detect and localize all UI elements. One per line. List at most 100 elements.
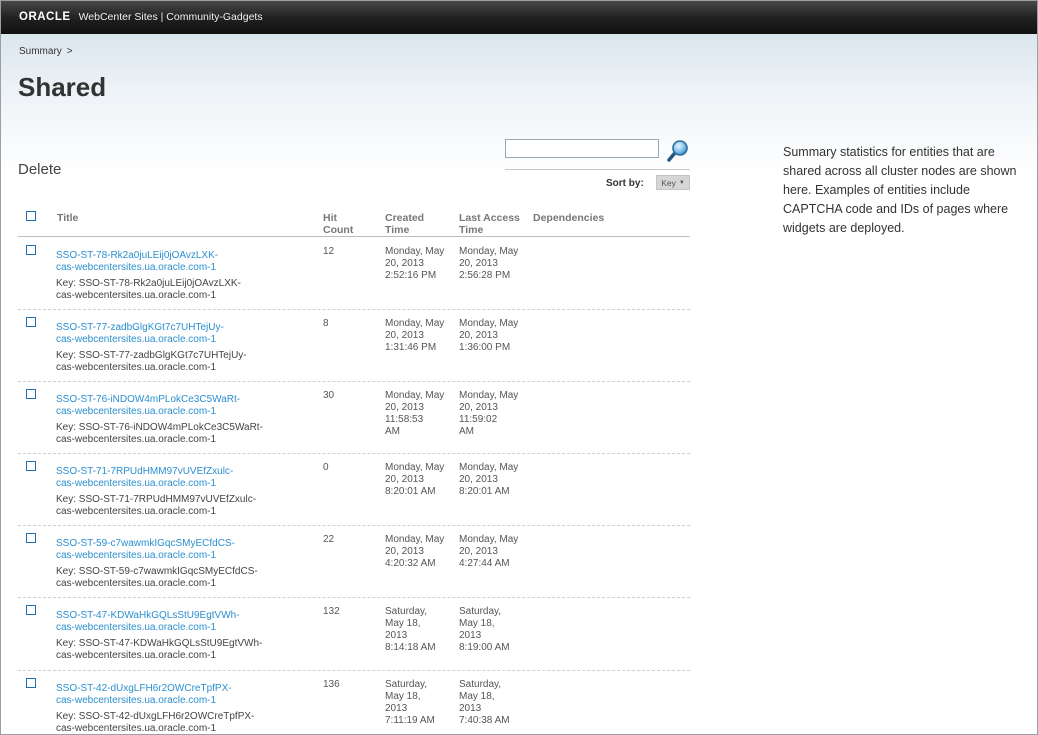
created-time-line: 8:20:01 AM: [385, 486, 436, 497]
last-access-time: Monday, May 20, 2013 8:20:01 AM: [459, 462, 527, 498]
row-title-link[interactable]: SSO-ST-76-iNDOW4mPLokCe3C5WaRt- cas-webc…: [56, 394, 291, 418]
last-access-time: Saturday, May 18, 2013 7:40:38 AM: [459, 679, 527, 727]
last-access-line: 7:40:38 AM: [459, 715, 510, 726]
breadcrumb: Summary >: [19, 46, 73, 57]
row-title-line: cas-webcentersites.ua.oracle.com-1: [56, 695, 217, 706]
column-hit-count-line: Count: [323, 224, 354, 236]
row-title-link[interactable]: SSO-ST-78-Rk2a0juLEij0jOAvzLXK- cas-webc…: [56, 250, 291, 274]
row-title-line: SSO-ST-77-zadbGlgKGt7c7UHTejUy-: [56, 322, 224, 333]
created-time-line: 2013: [385, 630, 408, 641]
row-key-line: Key: SSO-ST-71-7RPUdHMM97vUVEfZxulc-: [56, 494, 257, 505]
row-checkbox[interactable]: [26, 605, 36, 615]
table-row: SSO-ST-47-KDWaHkGQLsStU9EgtVWh- cas-webc…: [18, 598, 690, 671]
column-last-access-time-line: Time: [459, 224, 484, 236]
search-button[interactable]: [666, 138, 690, 162]
created-time-line: 20, 2013: [385, 258, 424, 269]
app-title: WebCenter Sites | Community-Gadgets: [78, 11, 263, 23]
last-access-line: 1:36:00 PM: [459, 342, 511, 353]
column-dependencies: Dependencies: [533, 212, 605, 224]
last-access-line: 20, 2013: [459, 402, 498, 413]
row-title-line: SSO-ST-47-KDWaHkGQLsStU9EgtVWh-: [56, 610, 240, 621]
row-checkbox[interactable]: [26, 389, 36, 399]
oracle-logo: ORACLE: [19, 11, 71, 23]
row-title-line: SSO-ST-76-iNDOW4mPLokCe3C5WaRt-: [56, 394, 241, 405]
sort-by-select[interactable]: Key ▼: [656, 175, 690, 190]
created-time-line: 11:58:53: [385, 414, 424, 425]
hit-count: 136: [323, 679, 340, 690]
last-access-line: 20, 2013: [459, 258, 498, 269]
created-time-line: May 18,: [385, 618, 421, 629]
last-access-line: 2013: [459, 703, 482, 714]
created-time-line: 20, 2013: [385, 474, 424, 485]
select-all-checkbox[interactable]: [26, 211, 36, 221]
created-time: Monday, May 20, 2013 1:31:46 PM: [385, 318, 453, 354]
column-hit-count-line: Hit: [323, 212, 337, 224]
created-time: Monday, May 20, 2013 11:58:53 AM: [385, 390, 453, 438]
info-line: CAPTCHA code and IDs of pages where: [783, 202, 1009, 216]
created-time: Saturday, May 18, 2013 7:11:19 AM: [385, 679, 453, 727]
row-key: Key: SSO-ST-47-KDWaHkGQLsStU9EgtVWh- cas…: [56, 638, 306, 662]
row-checkbox[interactable]: [26, 678, 36, 688]
row-key-line: Key: SSO-ST-47-KDWaHkGQLsStU9EgtVWh-: [56, 638, 263, 649]
last-access-line: 2:56:28 PM: [459, 270, 511, 281]
last-access-line: 20, 2013: [459, 474, 498, 485]
created-time-line: 2013: [385, 703, 408, 714]
row-key-line: Key: SSO-ST-78-Rk2a0juLEij0jOAvzLXK-: [56, 278, 241, 289]
row-title-line: SSO-ST-42-dUxgLFH6r2OWCreTpfPX-: [56, 683, 232, 694]
created-time-line: 1:31:46 PM: [385, 342, 437, 353]
row-key: Key: SSO-ST-71-7RPUdHMM97vUVEfZxulc- cas…: [56, 494, 306, 518]
row-key-line: Key: SSO-ST-42-dUxgLFH6r2OWCreTpfPX-: [56, 711, 255, 722]
table-row: SSO-ST-77-zadbGlgKGt7c7UHTejUy- cas-webc…: [18, 310, 690, 382]
created-time: Saturday, May 18, 2013 8:14:18 AM: [385, 606, 453, 654]
created-time-line: 20, 2013: [385, 330, 424, 341]
last-access-line: Monday, May: [459, 534, 519, 545]
row-title-line: cas-webcentersites.ua.oracle.com-1: [56, 406, 217, 417]
row-checkbox[interactable]: [26, 461, 36, 471]
created-time-line: Saturday,: [385, 606, 428, 617]
last-access-line: 2013: [459, 630, 482, 641]
last-access-time: Monday, May 20, 2013 2:56:28 PM: [459, 246, 527, 282]
search-input[interactable]: [505, 139, 659, 158]
last-access-line: Monday, May: [459, 390, 519, 401]
table-row: SSO-ST-71-7RPUdHMM97vUVEfZxulc- cas-webc…: [18, 454, 690, 526]
delete-button[interactable]: Delete: [18, 161, 61, 178]
hit-count: 8: [323, 318, 329, 329]
last-access-line: AM: [459, 426, 474, 437]
column-created-time: Created Time: [385, 212, 424, 236]
hit-count: 30: [323, 390, 335, 401]
row-key: Key: SSO-ST-59-c7wawmkIGqcSMyECfdCS- cas…: [56, 566, 306, 590]
row-checkbox[interactable]: [26, 245, 36, 255]
row-title-link[interactable]: SSO-ST-47-KDWaHkGQLsStU9EgtVWh- cas-webc…: [56, 610, 291, 634]
row-key-line: Key: SSO-ST-59-c7wawmkIGqcSMyECfdCS-: [56, 566, 258, 577]
last-access-line: Monday, May: [459, 462, 519, 473]
column-created-time-line: Time: [385, 224, 410, 236]
table-row: SSO-ST-78-Rk2a0juLEij0jOAvzLXK- cas-webc…: [18, 238, 690, 310]
breadcrumb-summary[interactable]: Summary: [19, 46, 62, 57]
last-access-time: Monday, May 20, 2013 1:36:00 PM: [459, 318, 527, 354]
sort-by-value: Key: [661, 177, 676, 188]
last-access-line: 8:19:00 AM: [459, 642, 510, 653]
last-access-line: May 18,: [459, 618, 495, 629]
breadcrumb-separator: >: [66, 46, 73, 57]
created-time-line: Monday, May: [385, 246, 445, 257]
table-row: SSO-ST-76-iNDOW4mPLokCe3C5WaRt- cas-webc…: [18, 382, 690, 454]
dropdown-arrow-icon: ▼: [678, 179, 685, 186]
row-title-link[interactable]: SSO-ST-77-zadbGlgKGt7c7UHTejUy- cas-webc…: [56, 322, 291, 346]
last-access-line: 20, 2013: [459, 546, 498, 557]
row-title-link[interactable]: SSO-ST-42-dUxgLFH6r2OWCreTpfPX- cas-webc…: [56, 683, 291, 707]
created-time-line: Saturday,: [385, 679, 428, 690]
column-created-time-line: Created: [385, 212, 425, 224]
row-title-link[interactable]: SSO-ST-71-7RPUdHMM97vUVEfZxulc- cas-webc…: [56, 466, 291, 490]
info-line: shared across all cluster nodes are show…: [783, 164, 1017, 178]
last-access-time: Monday, May 20, 2013 11:59:02 AM: [459, 390, 527, 438]
created-time: Monday, May 20, 2013 4:20:32 AM: [385, 534, 453, 570]
sort-by-label: Sort by:: [606, 178, 644, 189]
row-key-line: cas-webcentersites.ua.oracle.com-1: [56, 506, 217, 517]
row-checkbox[interactable]: [26, 533, 36, 543]
created-time-line: 7:11:19 AM: [385, 715, 435, 726]
row-key-line: Key: SSO-ST-77-zadbGlgKGt7c7UHTejUy-: [56, 350, 247, 361]
created-time-line: AM: [385, 426, 400, 437]
row-checkbox[interactable]: [26, 317, 36, 327]
created-time-line: 20, 2013: [385, 402, 424, 413]
row-title-link[interactable]: SSO-ST-59-c7wawmkIGqcSMyECfdCS- cas-webc…: [56, 538, 291, 562]
